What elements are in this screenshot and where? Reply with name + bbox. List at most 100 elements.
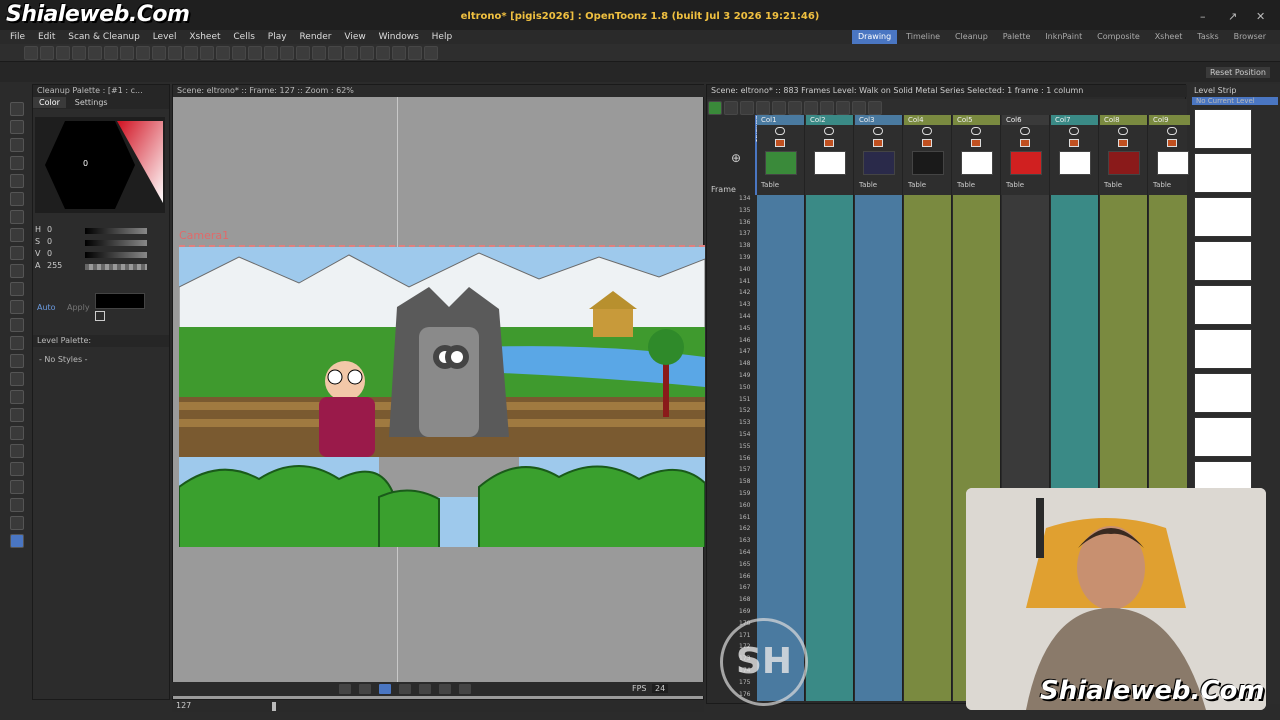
pegbar-label[interactable]: Table [1104, 181, 1122, 189]
reverse-icon[interactable] [788, 101, 802, 115]
last-frame-icon[interactable] [458, 684, 471, 694]
redo-icon[interactable] [71, 46, 86, 60]
tab-settings[interactable]: Settings [69, 97, 114, 108]
pegbar-label[interactable]: Table [859, 181, 877, 189]
geometric-tool-icon[interactable] [10, 156, 24, 170]
eraser-tool-icon[interactable] [10, 228, 24, 242]
settings-icon[interactable] [423, 46, 438, 60]
level-frame[interactable] [1194, 329, 1252, 369]
preview-toggle-icon[interactable] [971, 127, 981, 135]
remove-icon[interactable] [772, 101, 786, 115]
room-tasks[interactable]: Tasks [1191, 30, 1224, 44]
column-name[interactable]: Col4 [904, 115, 951, 125]
swing-icon[interactable] [804, 101, 818, 115]
camstand-toggle-icon[interactable] [1020, 139, 1030, 147]
transform-icon[interactable] [359, 46, 374, 60]
frame-number[interactable]: 163 [739, 537, 750, 544]
menu-help[interactable]: Help [432, 30, 453, 44]
room-timeline[interactable]: Timeline [900, 30, 946, 44]
fps-field[interactable]: 24 [652, 684, 669, 693]
menu-windows[interactable]: Windows [379, 30, 419, 44]
saturation-slider[interactable]: S0 [33, 237, 169, 249]
next-frame-icon[interactable] [438, 684, 451, 694]
column-name[interactable]: Col7 [1051, 115, 1098, 125]
reset-position-button[interactable]: Reset Position [1205, 67, 1270, 78]
column-name[interactable]: Col2 [806, 115, 853, 125]
fill-icon[interactable] [343, 46, 358, 60]
circle-icon[interactable] [295, 46, 310, 60]
preview-toggle-icon[interactable] [1069, 127, 1079, 135]
iron-tool-icon[interactable] [10, 390, 24, 404]
frame-number[interactable]: 164 [739, 549, 750, 556]
frame-number[interactable]: 156 [739, 455, 750, 462]
room-cleanup[interactable]: Cleanup [949, 30, 994, 44]
level-frame[interactable] [1194, 417, 1252, 457]
level-frame[interactable] [1194, 373, 1252, 413]
frame-number[interactable]: 158 [739, 478, 750, 485]
camstand-toggle-icon[interactable] [824, 139, 834, 147]
control-point-tool-icon[interactable] [10, 300, 24, 314]
frame-number[interactable]: 166 [739, 573, 750, 580]
column-name[interactable]: Col1 [757, 115, 804, 125]
frame-slider-bar[interactable]: 127 [172, 700, 704, 712]
magnet-tool-icon[interactable] [10, 354, 24, 368]
column-header-1[interactable]: Col1 Table [757, 115, 805, 195]
frame-number[interactable]: 135 [739, 207, 750, 214]
menu-play[interactable]: Play [268, 30, 287, 44]
frame-number[interactable]: 145 [739, 325, 750, 332]
brush-tool-icon[interactable] [10, 138, 24, 152]
frame-number[interactable]: 143 [739, 301, 750, 308]
frame-number[interactable]: 144 [739, 313, 750, 320]
menu-edit[interactable]: Edit [38, 30, 55, 44]
column-header-8[interactable]: Col8 Table [1100, 115, 1148, 195]
zoom-tool-icon[interactable] [10, 498, 24, 512]
level-frame[interactable] [1194, 153, 1252, 193]
reframe-icon[interactable] [868, 101, 882, 115]
type-tool-icon[interactable] [10, 174, 24, 188]
frame-number[interactable]: 139 [739, 254, 750, 261]
copy-icon[interactable] [87, 46, 102, 60]
save-level-icon[interactable] [740, 101, 754, 115]
pencil-icon[interactable] [231, 46, 246, 60]
rgb-picker-tool-icon[interactable] [10, 282, 24, 296]
pause-icon[interactable] [378, 684, 391, 694]
ellipse-icon[interactable] [311, 46, 326, 60]
preview-toggle-icon[interactable] [775, 127, 785, 135]
room-composite[interactable]: Composite [1091, 30, 1146, 44]
frame-number[interactable]: 134 [739, 195, 750, 202]
style-picker-tool-icon[interactable] [10, 264, 24, 278]
current-frame-field[interactable]: 127 [176, 701, 191, 710]
camstand-toggle-icon[interactable] [1167, 139, 1177, 147]
frame-number[interactable]: 140 [739, 266, 750, 273]
pegbar-label[interactable]: Table [1006, 181, 1024, 189]
camstand-toggle-icon[interactable] [1118, 139, 1128, 147]
frame-number[interactable]: 159 [739, 490, 750, 497]
column-name[interactable]: Col9 [1149, 115, 1196, 125]
delete-icon[interactable] [135, 46, 150, 60]
skeleton-tool-icon[interactable] [10, 426, 24, 440]
hook-tool-icon[interactable] [10, 462, 24, 476]
first-frame-icon[interactable] [338, 684, 351, 694]
frame-number[interactable]: 141 [739, 278, 750, 285]
random-icon[interactable] [820, 101, 834, 115]
camstand-toggle-icon[interactable] [922, 139, 932, 147]
bender-tool-icon[interactable] [10, 372, 24, 386]
prev-frame-icon[interactable] [358, 684, 371, 694]
frame-number[interactable]: 152 [739, 407, 750, 414]
frame-number[interactable]: 151 [739, 396, 750, 403]
rectangle-icon[interactable] [279, 46, 294, 60]
menu-level[interactable]: Level [153, 30, 177, 44]
menu-scan-cleanup[interactable]: Scan & Cleanup [68, 30, 140, 44]
play-icon[interactable] [398, 684, 411, 694]
cell-column-2[interactable] [806, 195, 854, 701]
pegbar-label[interactable]: Table [908, 181, 926, 189]
frame-number[interactable]: 149 [739, 372, 750, 379]
frame-number[interactable]: 150 [739, 384, 750, 391]
tab-color[interactable]: Color [33, 97, 66, 108]
polygon-icon[interactable] [327, 46, 342, 60]
alpha-slider[interactable]: A 255 [33, 261, 169, 273]
pump-tool-icon[interactable] [10, 336, 24, 350]
ungroup-icon[interactable] [167, 46, 182, 60]
scene-viewer[interactable]: Scene: eltrono* :: Frame: 127 :: Zoom : … [172, 84, 705, 700]
column-name[interactable]: Col3 [855, 115, 902, 125]
